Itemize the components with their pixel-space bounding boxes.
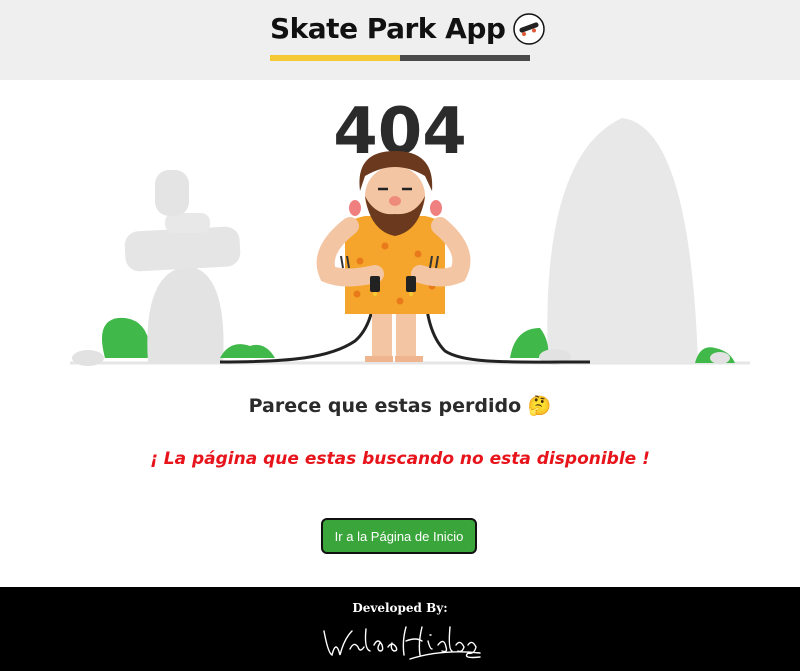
footer: Developed By:: [0, 587, 800, 671]
developed-by-label: Developed By:: [352, 601, 448, 615]
brand[interactable]: Skate Park App: [270, 12, 546, 45]
developer-signature: [323, 626, 481, 660]
lost-message: Parece que estas perdido 🤔: [248, 395, 552, 417]
brand-underline: [270, 55, 530, 61]
caveman-unplugged-cable-illustration: 404: [70, 96, 750, 366]
go-home-button[interactable]: Ir a la Página de Inicio: [321, 518, 477, 554]
app-title: Skate Park App: [270, 12, 506, 45]
top-header: Skate Park App: [0, 0, 800, 80]
skateboard-icon: [513, 12, 546, 45]
error-message: ¡ La página que estas buscando no esta d…: [150, 449, 650, 469]
